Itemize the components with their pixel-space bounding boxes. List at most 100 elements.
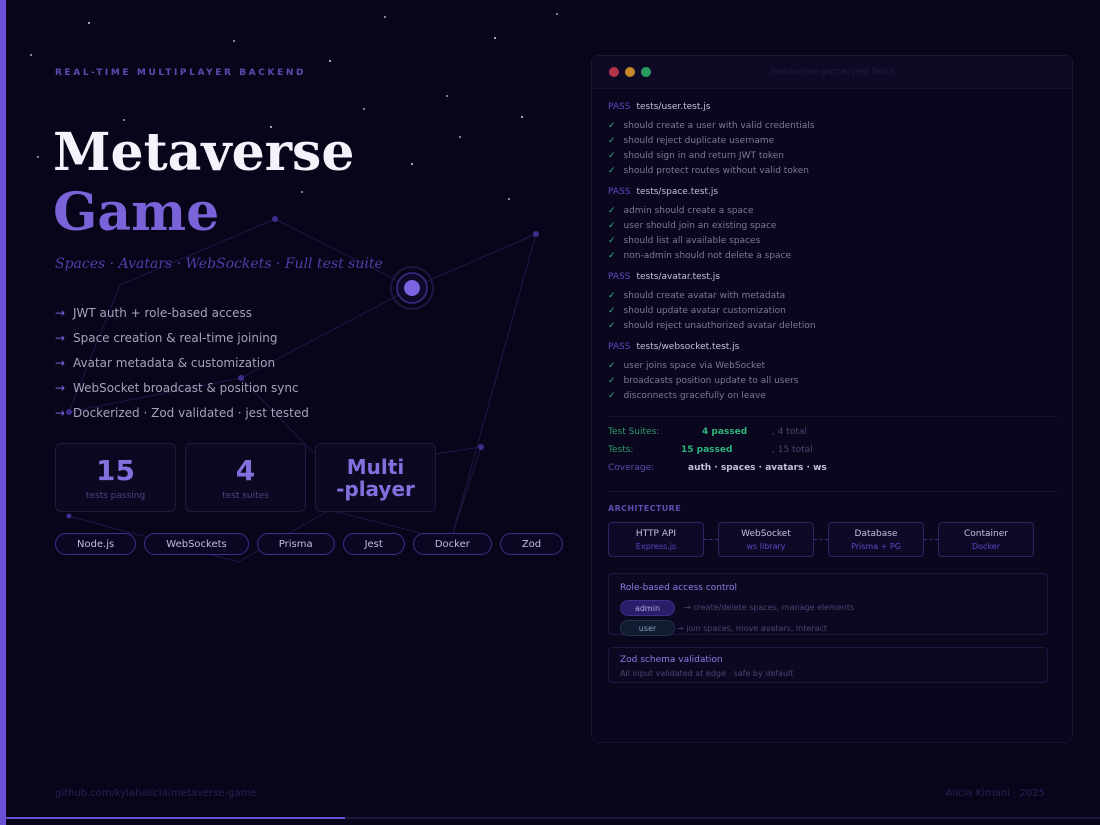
stat-card-suites: 4 test suites	[185, 443, 306, 512]
check-icon: ✓	[608, 321, 616, 331]
test-case: ✓ should sign in and return JWT token	[608, 151, 784, 161]
test-case-text: user joins space via WebSocket	[623, 361, 766, 371]
arch-sub: Docker	[971, 542, 1000, 551]
arch-name: Container	[964, 529, 1008, 539]
summary-value: 4 passed	[702, 427, 748, 437]
arrow-icon: →	[55, 380, 66, 395]
terminal-titlebar: metaverse-game: jest tests	[592, 56, 1072, 89]
role-description: → create/delete spaces, manage elements	[684, 603, 855, 612]
summary-total: , 4 total	[772, 427, 807, 437]
check-icon: ✓	[608, 376, 616, 386]
summary-value: auth · spaces · avatars · ws	[688, 463, 827, 473]
test-case: ✓ broadcasts position update to all users	[608, 376, 798, 386]
stat-card-multiplayer: Multi -player	[315, 443, 436, 512]
arch-name: HTTP API	[635, 529, 677, 539]
divider	[608, 416, 1058, 417]
zod-panel: Zod schema validation All input validate…	[608, 647, 1048, 683]
test-case: ✓ user should join an existing space	[608, 221, 776, 231]
arch-sub: Prisma + PG	[851, 542, 901, 551]
suite-file: tests/user.test.js	[636, 102, 711, 112]
test-case: ✓ admin should create a space	[608, 206, 754, 216]
summary-label: Tests:	[608, 445, 634, 455]
stat-label: test suites	[222, 490, 269, 501]
test-case-text: should create a user with valid credenti…	[623, 121, 815, 131]
test-case: ✓ should reject unauthorized avatar delet…	[608, 321, 816, 331]
pass-label: PASS	[608, 102, 631, 112]
feature-text: JWT auth + role-based access	[73, 305, 253, 320]
feature-item: → WebSocket broadcast & position sync	[55, 375, 309, 400]
divider	[608, 491, 1058, 492]
feature-list: → JWT auth + role-based access → Space cre…	[55, 300, 309, 425]
repo-link[interactable]: github.com/kylahalicia/metaverse-game	[55, 788, 257, 799]
arrow-icon: →	[55, 305, 66, 320]
rbac-title: Role-based access control	[620, 583, 738, 593]
suite-file: tests/space.test.js	[636, 187, 719, 197]
arch-box-database: Database Prisma + PG	[828, 522, 924, 557]
test-case-text: user should join an existing space	[623, 221, 777, 231]
feature-text: Avatar metadata & customization	[73, 355, 276, 370]
test-case: ✓ should reject duplicate username	[608, 136, 774, 146]
check-icon: ✓	[608, 221, 616, 231]
architecture-title: ARCHITECTURE	[608, 504, 682, 513]
suite-header: PASS tests/websocket.test.js	[608, 342, 739, 352]
test-case-text: should update avatar customization	[623, 306, 786, 316]
check-icon: ✓	[608, 251, 616, 261]
page-title: Metaverse	[53, 122, 355, 183]
feature-text: Space creation & real-time joining	[73, 330, 278, 345]
test-case: ✓ non-admin should not delete a space	[608, 251, 791, 261]
test-case-text: should sign in and return JWT token	[623, 151, 785, 161]
check-icon: ✓	[608, 391, 616, 401]
stat-value: Multi -player	[336, 454, 415, 501]
role-badge-admin: admin	[620, 600, 675, 616]
test-case: ✓ should update avatar customization	[608, 306, 786, 316]
check-icon: ✓	[608, 136, 616, 146]
suite-file: tests/websocket.test.js	[636, 342, 740, 352]
summary-coverage: Coverage: auth · spaces · avatars · ws	[608, 463, 827, 473]
feature-text: Dockerized · Zod validated · jest tested	[73, 405, 309, 420]
stat-card-tests: 15 tests passing	[55, 443, 176, 512]
chip-nodejs: Node.js	[55, 533, 137, 555]
subtitle: Spaces · Avatars · WebSockets · Full tes…	[55, 256, 383, 272]
check-icon: ✓	[608, 291, 616, 301]
feature-item: → Space creation & real-time joining	[55, 325, 309, 350]
arrow-icon: →	[55, 330, 66, 345]
zod-title: Zod schema validation	[620, 655, 723, 665]
test-case-text: should create avatar with metadata	[623, 291, 786, 301]
eyebrow-label: REAL-TIME MULTIPLAYER BACKEND	[55, 68, 307, 78]
chip-jest: Jest	[342, 533, 405, 555]
test-case: ✓ should protect routes without valid tok…	[608, 166, 809, 176]
summary-label: Coverage:	[608, 463, 655, 473]
arch-name: Database	[854, 529, 898, 539]
arch-connector	[924, 539, 938, 540]
summary-suites: Test Suites: 4 passed , 4 total	[608, 427, 807, 437]
check-icon: ✓	[608, 236, 616, 246]
test-case: ✓ should create avatar with metadata	[608, 291, 785, 301]
feature-text: WebSocket broadcast & position sync	[73, 380, 299, 395]
arrow-icon: →	[55, 405, 66, 420]
chip-docker: Docker	[412, 533, 492, 555]
test-case-text: admin should create a space	[623, 206, 754, 216]
test-case-text: non-admin should not delete a space	[623, 251, 792, 261]
check-icon: ✓	[608, 306, 616, 316]
test-case-text: disconnects gracefully on leave	[623, 391, 766, 401]
arch-box-websocket: WebSocket ws library	[718, 522, 814, 557]
zod-description: All input validated at edge · safe by de…	[620, 669, 794, 678]
summary-value: 15 passed	[681, 445, 733, 455]
arch-name: WebSocket	[741, 529, 791, 539]
stat-label: tests passing	[85, 490, 146, 501]
tech-chips: Node.js WebSockets Prisma Jest Docker Zo…	[55, 533, 564, 555]
check-icon: ✓	[608, 361, 616, 371]
suite-header: PASS tests/avatar.test.js	[608, 272, 720, 282]
chip-zod: Zod	[499, 533, 564, 555]
role-description: → join spaces, move avatars, interact	[677, 624, 828, 633]
terminal-title: metaverse-game: jest tests	[770, 67, 894, 77]
check-icon: ✓	[608, 206, 616, 216]
suite-header: PASS tests/user.test.js	[608, 102, 710, 112]
arch-box-container: Container Docker	[938, 522, 1034, 557]
check-icon: ✓	[608, 166, 616, 176]
pass-label: PASS	[608, 342, 631, 352]
suite-file: tests/avatar.test.js	[636, 272, 720, 282]
rbac-panel: Role-based access control admin → create…	[608, 573, 1048, 636]
arrow-icon: →	[55, 355, 66, 370]
page-title-accent: Game	[53, 182, 220, 243]
